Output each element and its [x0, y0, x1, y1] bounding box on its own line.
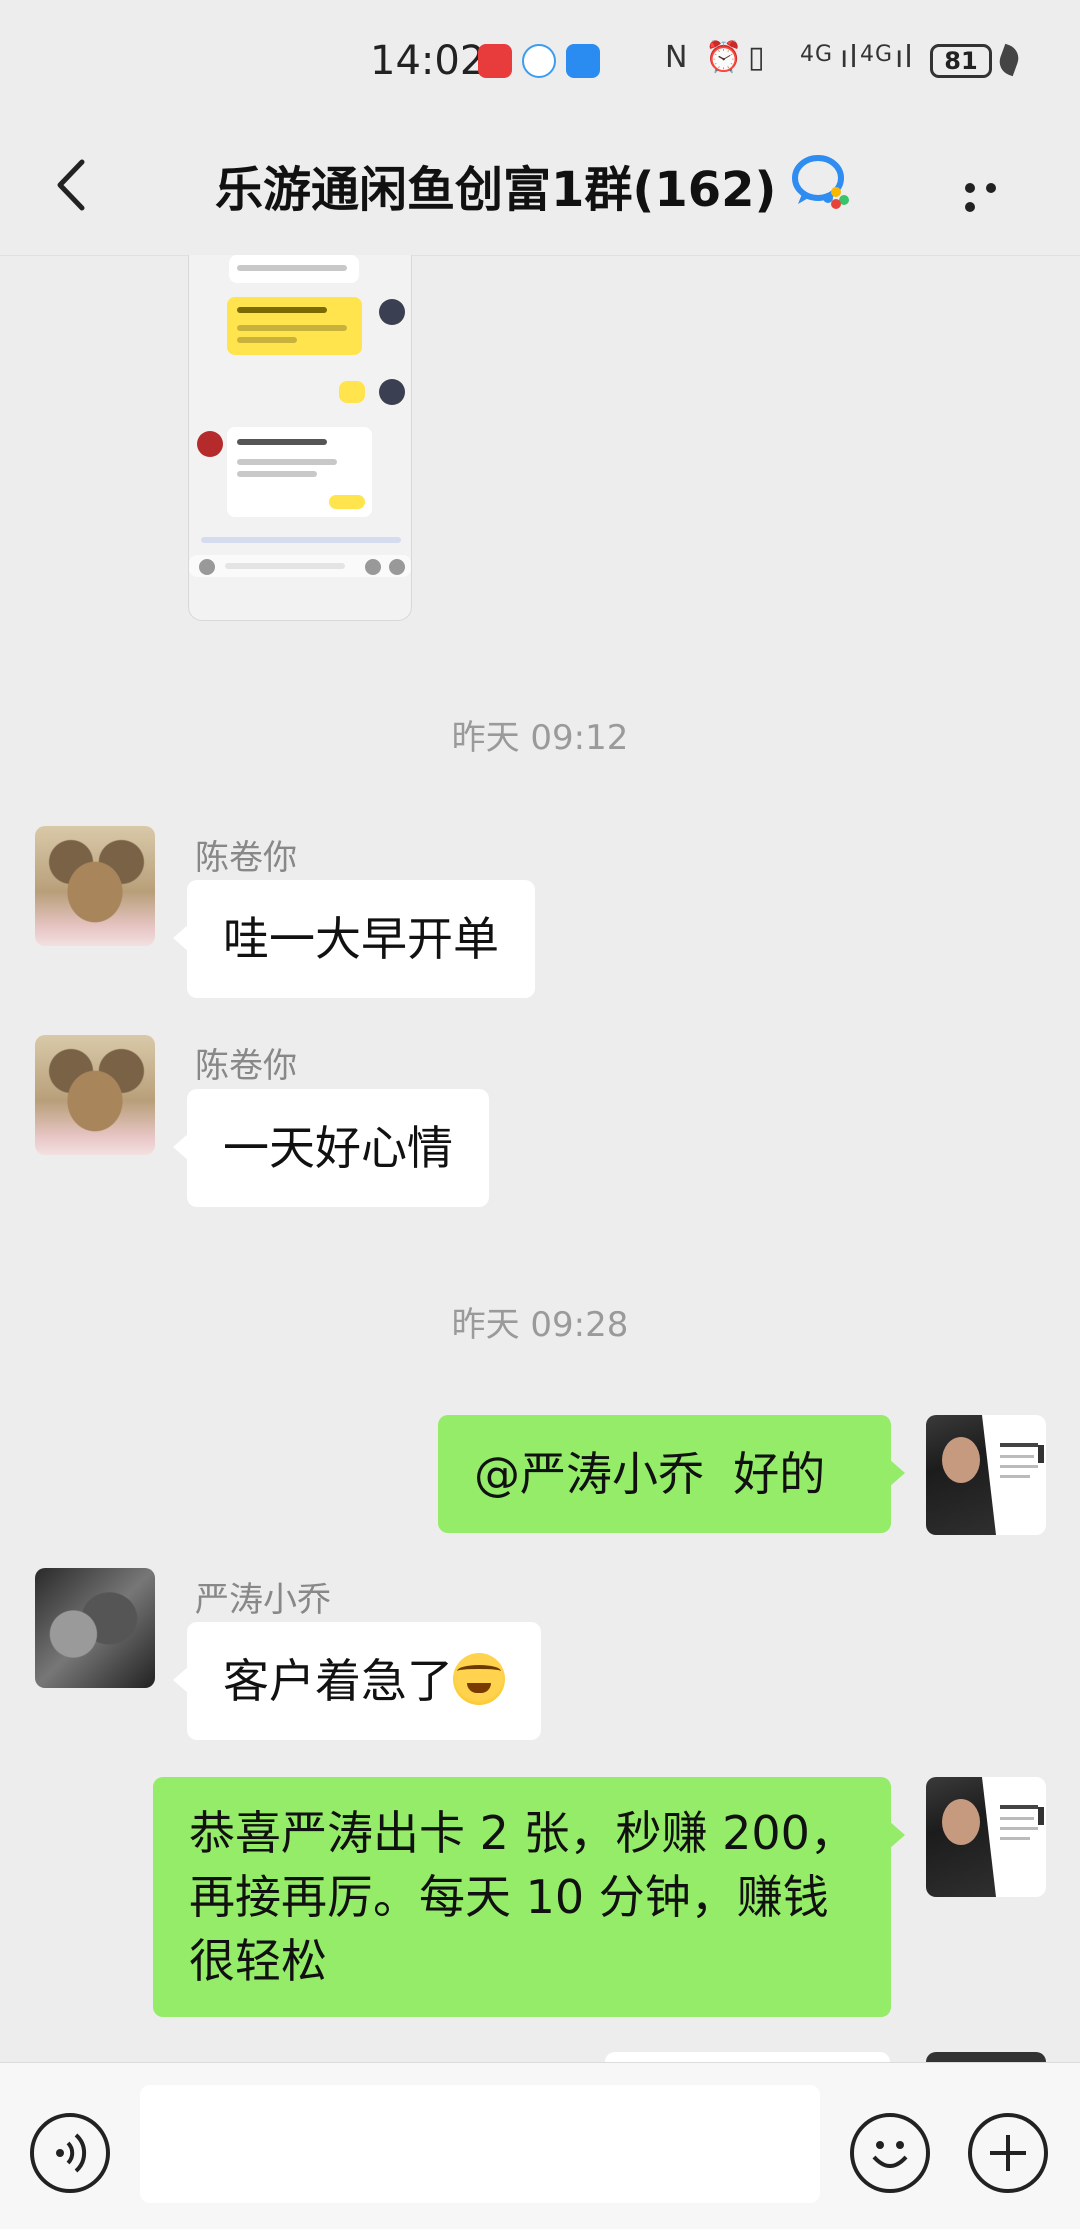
sender-name: 陈卷你: [195, 1046, 297, 1086]
message-bubble[interactable]: 一天好心情: [173, 1089, 489, 1207]
plus-icon: [990, 2135, 1026, 2171]
shared-screenshot-image[interactable]: [188, 255, 412, 621]
alarm-icon: ⏰: [705, 40, 744, 75]
message-text: @严涛小乔 好的: [474, 1447, 826, 1501]
crying-laughing-emoji-icon: [453, 1653, 505, 1705]
timestamp: 昨天 09:28: [451, 1305, 629, 1345]
message-line: 再接再厉。每天 10 分钟，赚钱: [189, 1870, 829, 1924]
avatar-chenjuanni[interactable]: [35, 826, 155, 946]
message-line: 很轻松: [189, 1934, 327, 1988]
vibrate-icon: ▯: [748, 40, 766, 75]
power-saving-icon: [995, 43, 1023, 77]
more-dot: [965, 202, 975, 212]
timestamp: 昨天 09:12: [451, 718, 629, 758]
avatar-self[interactable]: [926, 1777, 1046, 1897]
avatar-partial: [926, 2052, 1046, 2062]
sender-name: 严涛小乔: [195, 1580, 331, 1620]
signal-4g-2-icon: 4G: [860, 42, 894, 67]
chat-title: 乐游通闲鱼创富1群(162): [215, 162, 777, 218]
message-bubble[interactable]: 哇一大早开单: [173, 880, 535, 998]
message-text: 一天好心情: [223, 1121, 453, 1175]
cloud-icon: [566, 44, 600, 78]
back-button[interactable]: [40, 150, 110, 220]
wecom-icon[interactable]: [790, 150, 852, 212]
voice-button[interactable]: [30, 2113, 110, 2193]
voice-icon: [56, 2133, 87, 2173]
more-dot: [986, 183, 996, 193]
avatar-yantaoxiaoqiao[interactable]: [35, 1568, 155, 1688]
message-line: 恭喜严涛出卡 2 张，秒赚 200，: [189, 1806, 856, 1860]
emoji-icon: [872, 2141, 908, 2168]
message-input[interactable]: [140, 2085, 820, 2203]
signal-bars-icon: ıl: [840, 40, 859, 75]
status-bar: 14:02 N ⏰ ▯ 4G ıl 4G ıl 81: [0, 0, 1080, 120]
message-bubble-self[interactable]: 恭喜严涛出卡 2 张，秒赚 200， 再接再厉。每天 10 分钟，赚钱 很轻松: [153, 1777, 905, 2017]
more-icon: [965, 183, 975, 193]
message-bubble-partial: [605, 2052, 890, 2062]
emoji-button[interactable]: [850, 2113, 930, 2193]
message-bubble-self[interactable]: @严涛小乔 好的: [438, 1415, 905, 1533]
status-time: 14:02: [370, 38, 486, 84]
more-button[interactable]: [965, 178, 1025, 212]
chat-header: 乐游通闲鱼创富1群(162): [0, 120, 1080, 256]
back-icon: [57, 159, 85, 211]
signal-4g-icon: 4G: [800, 42, 834, 67]
chat-notification-icon: [522, 44, 556, 78]
message-text: 哇一大早开单: [223, 912, 499, 966]
nfc-icon: N: [665, 40, 689, 75]
sender-name: 陈卷你: [195, 838, 297, 878]
app-notification-icon: [478, 44, 512, 78]
avatar-chenjuanni[interactable]: [35, 1035, 155, 1155]
plus-button[interactable]: [968, 2113, 1048, 2193]
message-bubble[interactable]: 客户着急了: [173, 1622, 541, 1740]
avatar-self[interactable]: [926, 1415, 1046, 1535]
signal-bars-2-icon: ıl: [895, 40, 914, 75]
message-text: 客户着急了: [223, 1654, 453, 1708]
input-bar: [0, 2062, 1080, 2229]
battery-icon: 81: [930, 44, 992, 78]
